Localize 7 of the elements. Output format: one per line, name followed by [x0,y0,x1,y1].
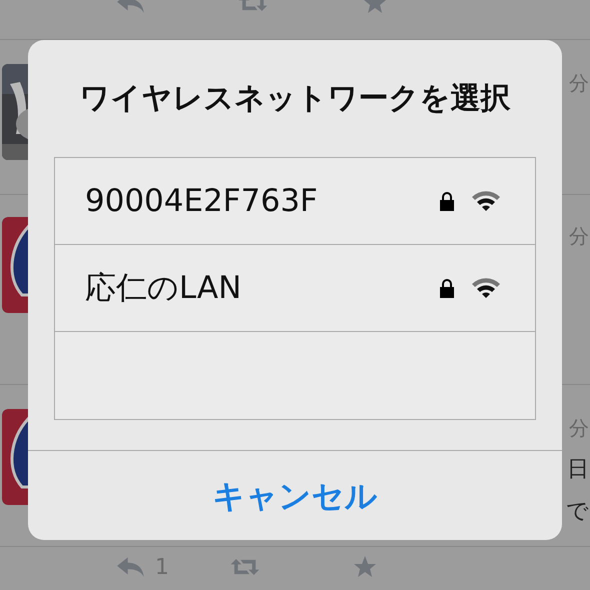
dialog-title: ワイヤレスネットワークを選択 [80,80,510,118]
tweet-text: 日 [567,456,589,484]
network-item[interactable]: 90004E2F763F [55,158,535,245]
wifi-icon [471,190,501,212]
network-item[interactable]: 応仁のLAN [55,245,535,332]
wifi-icon [471,277,501,299]
tweet-text: で [566,498,589,526]
